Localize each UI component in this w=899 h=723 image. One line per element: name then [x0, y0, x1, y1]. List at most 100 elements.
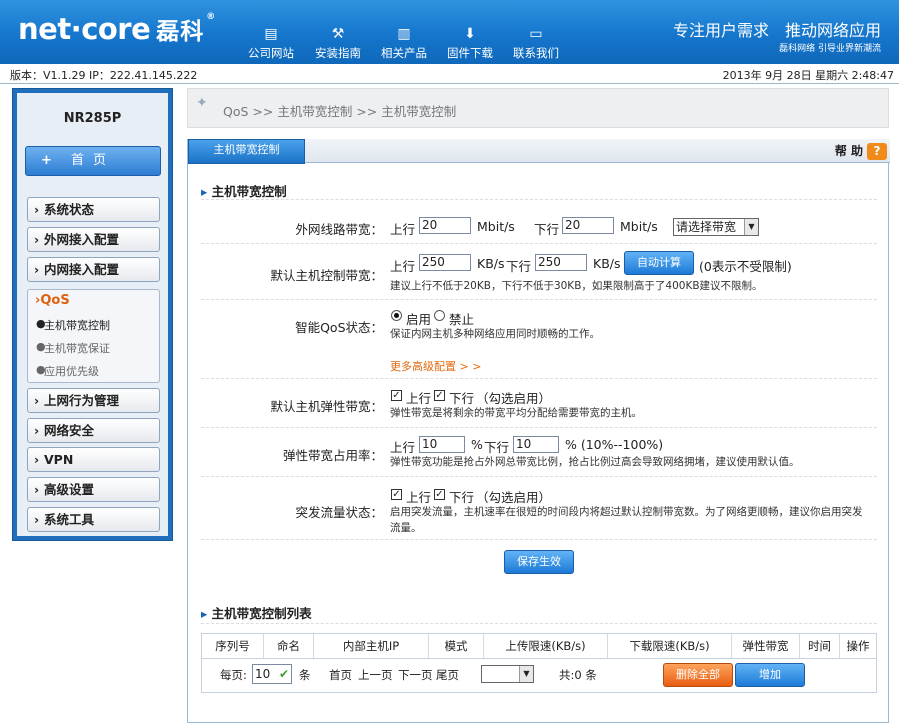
- wan-up-unit: Mbit/s: [477, 219, 515, 234]
- burst-down-checkbox[interactable]: ✓: [434, 489, 445, 500]
- sidebar-sub-host-bw-guarantee[interactable]: ● 主机带宽保证: [36, 340, 110, 356]
- wan-up-label: 上行: [390, 222, 416, 237]
- qos-enable-radio[interactable]: [391, 310, 402, 321]
- default-up-unit: KB/s: [477, 256, 505, 271]
- sidebar-item-network-security[interactable]: › 网络安全: [27, 418, 160, 443]
- wan-up-input[interactable]: 20: [419, 217, 471, 234]
- wan-down-input[interactable]: 20: [562, 217, 614, 234]
- sidebar-item-behavior-mgmt[interactable]: › 上网行为管理: [27, 388, 160, 413]
- tab-host-bw-control[interactable]: 主机带宽控制: [188, 139, 305, 164]
- sidebar-item-vpn[interactable]: › VPN: [27, 447, 160, 472]
- slogan: 专注用户需求 推动网络应用: [672, 21, 881, 40]
- col-elastic: 弹性带宽: [732, 634, 800, 658]
- nav-contact-us[interactable]: ▭ 联系我们: [503, 26, 569, 61]
- chat-icon: ▭: [529, 26, 543, 42]
- chevron-right-icon: ›: [34, 232, 40, 247]
- nav-products[interactable]: ▥ 相关产品: [371, 26, 437, 61]
- sidebar-item-system-status[interactable]: › 系统状态: [27, 197, 160, 222]
- chevron-right-icon: ›: [34, 482, 40, 497]
- monitor-icon: ▤: [264, 26, 278, 42]
- default-up-label: 上行: [390, 259, 416, 274]
- burst-note-cont: 流量。: [390, 522, 422, 534]
- chevron-right-icon: ›: [34, 202, 40, 217]
- default-bw-hint: (0表示不受限制): [699, 259, 792, 274]
- bullet-icon: ●: [36, 340, 46, 353]
- section-title-bw-list: 主机带宽控制列表: [201, 603, 312, 622]
- sidebar: NR285P + 首页 › 系统状态 › 外网接入配置 › 内网接入配置 ›QoS ●…: [12, 88, 173, 541]
- default-up-input[interactable]: 250: [419, 254, 471, 271]
- sidebar-item-advanced[interactable]: › 高级设置: [27, 477, 160, 502]
- system-datetime: 2013年 9月 28日 星期六 2:48:47: [722, 69, 894, 82]
- divider: [201, 199, 877, 200]
- section-title-bw-control: 主机带宽控制: [201, 181, 287, 200]
- wan-down-unit: Mbit/s: [620, 219, 658, 234]
- slogan-sub: 磊科网络 引导业界新潮流: [779, 44, 881, 54]
- ratio-up-input[interactable]: 10: [419, 436, 465, 453]
- default-down-input[interactable]: 250: [535, 254, 587, 271]
- brand-logo[interactable]: net·core 磊科®: [18, 12, 215, 46]
- sidebar-item-system-tools[interactable]: › 系统工具: [27, 507, 160, 532]
- divider: [201, 299, 877, 300]
- chevron-right-icon: ›: [34, 423, 40, 438]
- nav-company-site[interactable]: ▤ 公司网站: [238, 26, 304, 61]
- first-page-link[interactable]: 首页: [329, 667, 352, 683]
- dropdown-arrow-icon: ▼: [744, 219, 758, 235]
- bandwidth-select[interactable]: 请选择带宽 ▼: [673, 218, 759, 236]
- qos-disable-radio[interactable]: [434, 310, 445, 321]
- col-download-limit: 下载限速(KB/s): [608, 634, 732, 658]
- elastic-down-checkbox[interactable]: ✓: [434, 390, 445, 401]
- col-action: 操作: [846, 639, 870, 653]
- col-time: 时间: [800, 634, 840, 658]
- per-page-unit: 条: [299, 668, 311, 682]
- auto-calc-button[interactable]: 自动计算: [624, 251, 694, 275]
- burst-up-checkbox[interactable]: ✓: [391, 489, 402, 500]
- page-select[interactable]: ▼: [481, 665, 534, 683]
- bullet-icon: ●: [36, 363, 46, 376]
- divider: [201, 539, 877, 540]
- elastic-up-checkbox[interactable]: ✓: [391, 390, 402, 401]
- default-down-unit: KB/s: [593, 256, 621, 271]
- per-page-input[interactable]: 10 ✔: [252, 664, 292, 684]
- chevron-right-icon: ›: [34, 452, 40, 467]
- add-button[interactable]: 增加: [735, 663, 805, 687]
- sidebar-item-qos[interactable]: ›QoS: [35, 293, 70, 308]
- save-button[interactable]: 保存生效: [504, 550, 574, 574]
- elastic-note: 弹性带宽是将剩余的带宽平均分配给需要带宽的主机。: [390, 407, 642, 419]
- divider: [201, 378, 877, 379]
- nav-firmware-download[interactable]: ⬇ 固件下载: [437, 26, 503, 61]
- panel-header: 主机带宽控制 帮 助?: [188, 139, 890, 164]
- burst-note: 启用突发流量，主机速率在很短的时间段内将超过默认控制带宽数。为了网络更顺畅，建议…: [390, 506, 863, 518]
- table-pagination: 每页: 10 ✔ 条 首页 上一页 下一页 尾页 ▼ 共:0 条 删除全部 增加: [202, 659, 876, 692]
- help-button[interactable]: 帮 助?: [835, 142, 887, 160]
- bullet-icon: ●: [36, 317, 46, 330]
- col-host-ip: 内部主机IP: [314, 634, 429, 658]
- divider: [201, 623, 877, 624]
- prev-page-link[interactable]: 上一页: [358, 667, 393, 683]
- delete-all-button[interactable]: 删除全部: [663, 663, 733, 687]
- wan-bw-label: 外网线路带宽：: [295, 222, 383, 237]
- per-page-label: 每页:: [220, 668, 247, 682]
- chevron-right-icon: ›: [34, 393, 40, 408]
- elastic-bw-label: 默认主机弹性带宽：: [270, 399, 383, 414]
- burst-label: 突发流量状态：: [295, 505, 383, 520]
- dropdown-arrow-icon: ▼: [519, 666, 533, 682]
- checkmark-icon[interactable]: ✔: [279, 665, 289, 683]
- help-icon: ?: [867, 143, 887, 160]
- more-advanced-link[interactable]: 更多高级配置 > >: [390, 358, 481, 374]
- table-header: 序列号 命名 内部主机IP 模式 上传限速(KB/s) 下载限速(KB/s) 弹…: [202, 634, 876, 659]
- home-button[interactable]: + 首页: [25, 146, 161, 176]
- sidebar-group-qos: ›QoS ● 主机带宽控制 ● 主机带宽保证 ● 应用优先级: [27, 289, 160, 383]
- sidebar-sub-host-bw-control[interactable]: ● 主机带宽控制: [36, 317, 110, 333]
- sidebar-item-lan-config[interactable]: › 内网接入配置: [27, 257, 160, 282]
- next-page-link[interactable]: 下一页: [398, 667, 433, 683]
- sidebar-sub-app-priority[interactable]: ● 应用优先级: [36, 363, 99, 379]
- chevron-right-icon: ›: [34, 512, 40, 527]
- default-down-label: 下行: [506, 259, 532, 274]
- ratio-down-input[interactable]: 10: [513, 436, 559, 453]
- sidebar-item-wan-config[interactable]: › 外网接入配置: [27, 227, 160, 252]
- divider: [201, 427, 877, 428]
- last-page-link[interactable]: 尾页: [436, 667, 459, 683]
- col-upload-limit: 上传限速(KB/s): [484, 634, 608, 658]
- nav-install-guide[interactable]: ⚒ 安装指南: [305, 26, 371, 61]
- smart-qos-label: 智能QoS状态：: [295, 320, 383, 335]
